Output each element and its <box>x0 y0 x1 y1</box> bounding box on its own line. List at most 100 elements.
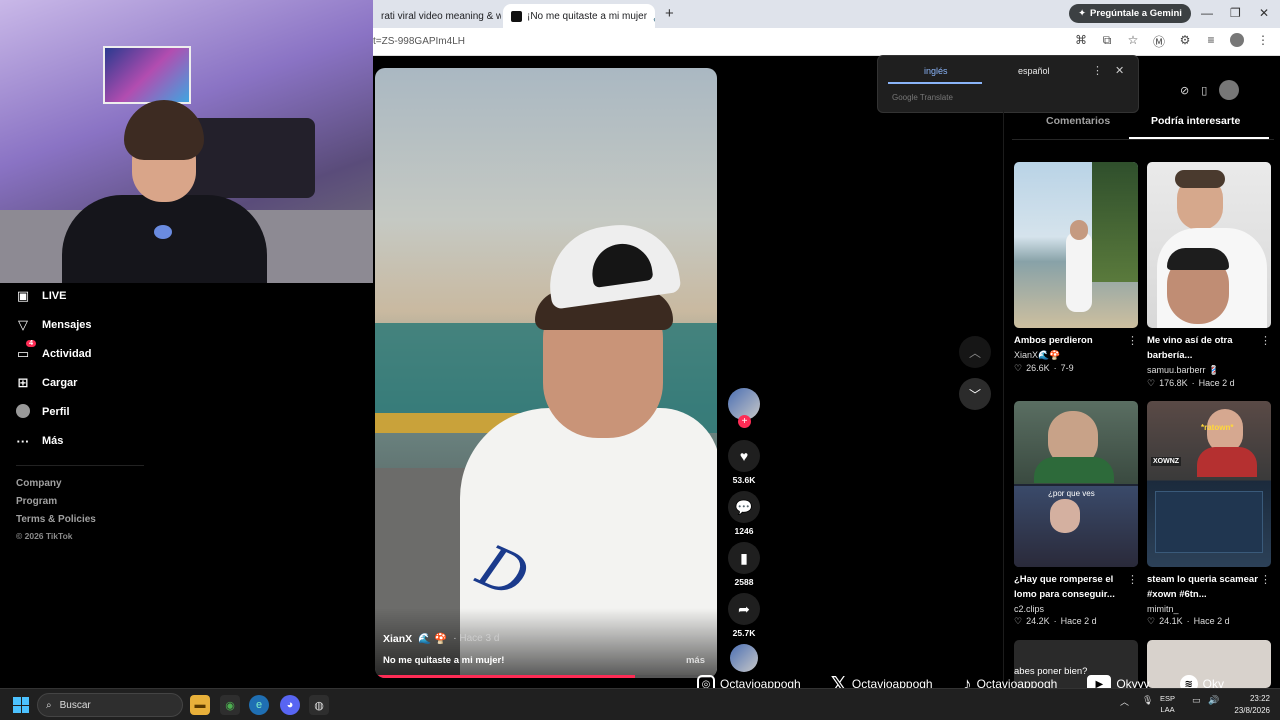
sidebar-item-profile[interactable]: Perfil <box>16 401 70 423</box>
video-thumbnail[interactable]: ¿por que ves <box>1014 401 1138 567</box>
sidebar-item-messages[interactable]: ▽ Mensajes <box>16 314 92 336</box>
tray-chevron-icon[interactable]: ︿ <box>1120 695 1129 708</box>
extension-m-icon[interactable]: Ⓜ <box>1151 33 1167 50</box>
heart-icon: ♥ <box>739 448 749 464</box>
video-thumbnail[interactable]: *ratown* XOWNZ <box>1147 401 1271 567</box>
video-card[interactable]: Ambos perdieron ⋮ XianX🌊🍄 ♡ 26.6K · 7-9 <box>1014 162 1138 374</box>
more-options-icon[interactable]: ⋮ <box>1127 573 1138 586</box>
translate-popup: inglés español ⋮ ✕ Google Translate <box>877 55 1139 113</box>
extensions-icon[interactable]: ⚙ <box>1177 33 1193 50</box>
save-count: 2588 <box>734 577 754 587</box>
close-icon[interactable]: ✕ <box>1115 64 1124 77</box>
video-thumbnail[interactable] <box>1147 162 1271 328</box>
url-text[interactable]: t=ZS-998GAPIm4LH <box>373 36 465 47</box>
compass-icon[interactable]: ⊘ <box>1180 84 1189 97</box>
network-icon[interactable]: ▭ <box>1192 695 1201 706</box>
app-icon[interactable]: ◍ <box>309 695 329 715</box>
chrome-icon[interactable]: ◉ <box>220 695 240 715</box>
webcam-overlay <box>0 0 373 283</box>
sidebar-item-activity[interactable]: ▭ 4 Actividad <box>16 340 92 365</box>
previous-video-button[interactable]: ︿ <box>959 336 991 368</box>
share-button[interactable]: ➦ <box>728 593 760 625</box>
share-count: 25.7K <box>732 628 756 638</box>
send-icon: ▽ <box>18 317 28 332</box>
upload-icon: ⊞ <box>17 375 29 390</box>
footer-link-program[interactable]: Program <box>16 496 57 507</box>
more-link[interactable]: más <box>686 655 705 666</box>
more-options-icon[interactable]: ⋮ <box>1260 334 1271 347</box>
video-actions: + ♥ 53.6K 💬 1246 ▮ 2588 ➦ 25.7K <box>726 388 762 672</box>
close-window-button[interactable]: ✕ <box>1259 6 1269 20</box>
translate-icon[interactable]: ⌘ <box>1073 33 1089 50</box>
header-icons: ⊘ ▯ <box>1180 80 1240 100</box>
author-avatar[interactable]: + <box>728 388 760 428</box>
microphone-icon[interactable]: 🎙 <box>1142 695 1153 706</box>
user-avatar[interactable] <box>1219 80 1240 100</box>
volume-icon[interactable]: 🔊 <box>1208 695 1219 706</box>
video-card[interactable]: *ratown* XOWNZ steam lo queria scamear #… <box>1147 401 1271 627</box>
gemini-icon: ✦ <box>1078 8 1087 19</box>
wall-poster <box>103 46 191 104</box>
taskbar-search[interactable]: ⌕ Buscar <box>37 693 183 717</box>
video-card[interactable]: ¿por que ves ¿Hay que romperse el lomo p… <box>1014 401 1138 627</box>
more-options-icon[interactable]: ⋮ <box>1092 64 1103 77</box>
tab-comments[interactable]: Comentarios <box>1046 115 1110 127</box>
more-options-icon[interactable]: ⋮ <box>1127 334 1138 347</box>
footer-link-terms[interactable]: Terms & Policies <box>16 514 96 525</box>
heart-icon: ♡ <box>1147 378 1156 388</box>
video-caption: No me quitaste a mi mujer! <box>383 655 505 666</box>
video-author[interactable]: XianX 🌊 🍄 · Hace 3 d <box>383 632 499 646</box>
restore-button[interactable]: ❐ <box>1230 6 1241 20</box>
lang-tab-target[interactable]: español <box>1018 66 1050 76</box>
minimize-button[interactable]: — <box>1201 6 1213 20</box>
footer-link-company[interactable]: Company <box>16 478 62 489</box>
video-card[interactable]: Me vino así de otra barbería... ⋮ samuu.… <box>1147 162 1271 389</box>
address-bar[interactable]: t=ZS-998GAPIm4LH ⌘ ⧉ ☆ Ⓜ ⚙ ≡ ⋮ <box>373 28 1280 56</box>
sidebar-item-live[interactable]: ▣ LIVE <box>16 285 67 307</box>
device-icon[interactable]: ▯ <box>1201 84 1207 97</box>
sidebar-item-more[interactable]: ··· Más <box>16 430 64 452</box>
video-progress-fill <box>375 675 635 678</box>
speaker-icon[interactable]: 🔊 <box>647 10 655 23</box>
menu-icon[interactable]: ⋮ <box>1255 33 1271 50</box>
bookmark-star-icon[interactable]: ☆ <box>1125 33 1141 50</box>
gemini-button[interactable]: ✦ Pregúntale a Gemini <box>1069 4 1191 23</box>
tab-recommended[interactable]: Podría interesarte <box>1151 115 1240 127</box>
comment-button[interactable]: 💬 <box>728 491 760 523</box>
sidebar-item-upload[interactable]: ⊞ Cargar <box>16 372 78 394</box>
like-button[interactable]: ♥ <box>728 440 760 472</box>
toolbar-icons: ⌘ ⧉ ☆ Ⓜ ⚙ ≡ ⋮ <box>1073 33 1271 50</box>
more-options-icon[interactable]: ⋮ <box>1260 573 1271 586</box>
install-icon[interactable]: ⧉ <box>1099 33 1115 50</box>
heart-icon: ♡ <box>1147 616 1156 626</box>
save-button[interactable]: ▮ <box>728 542 760 574</box>
profile-avatar[interactable] <box>1229 33 1245 50</box>
lang-tab-source[interactable]: inglés <box>924 66 948 76</box>
more-icon: ··· <box>16 433 30 449</box>
browser-tab-active[interactable]: ¡No me quitaste a mi mujer 🔊 ✕ <box>503 4 655 28</box>
heart-icon: ♡ <box>1014 616 1023 626</box>
music-disc[interactable] <box>730 644 758 672</box>
windows-start-icon[interactable] <box>13 697 29 713</box>
search-icon: ⌕ <box>46 699 52 711</box>
clock[interactable]: 23:22 23/8/2026 <box>1226 693 1270 717</box>
follow-plus-icon[interactable]: + <box>738 415 751 428</box>
input-language[interactable]: ESP LAA <box>1160 693 1175 715</box>
video-player[interactable]: D XianX 🌊 🍄 · Hace 3 d No me quitaste a … <box>375 68 717 678</box>
edge-icon[interactable]: e <box>249 695 269 715</box>
video-thumbnail[interactable] <box>1014 162 1138 328</box>
next-video-button[interactable]: ﹀ <box>959 378 991 410</box>
share-icon: ➦ <box>738 600 750 617</box>
discord-icon[interactable]: ◕ <box>280 695 300 715</box>
media-icon[interactable]: ≡ <box>1203 33 1219 50</box>
live-icon: ▣ <box>16 288 30 303</box>
browser-tab-bar: rati viral video meaning & wi ✕ ¡No me q… <box>373 0 1280 28</box>
chevron-up-icon: ︿ <box>968 345 981 360</box>
browser-tab[interactable]: rati viral video meaning & wi ✕ <box>373 4 501 28</box>
new-tab-button[interactable]: + <box>665 5 674 22</box>
file-explorer-icon[interactable]: ▬ <box>190 695 210 715</box>
comment-count: 1246 <box>734 526 754 536</box>
video-progress-bar[interactable] <box>375 675 717 678</box>
copyright: © 2026 TikTok <box>16 531 73 541</box>
bookmark-icon: ▮ <box>740 549 748 566</box>
